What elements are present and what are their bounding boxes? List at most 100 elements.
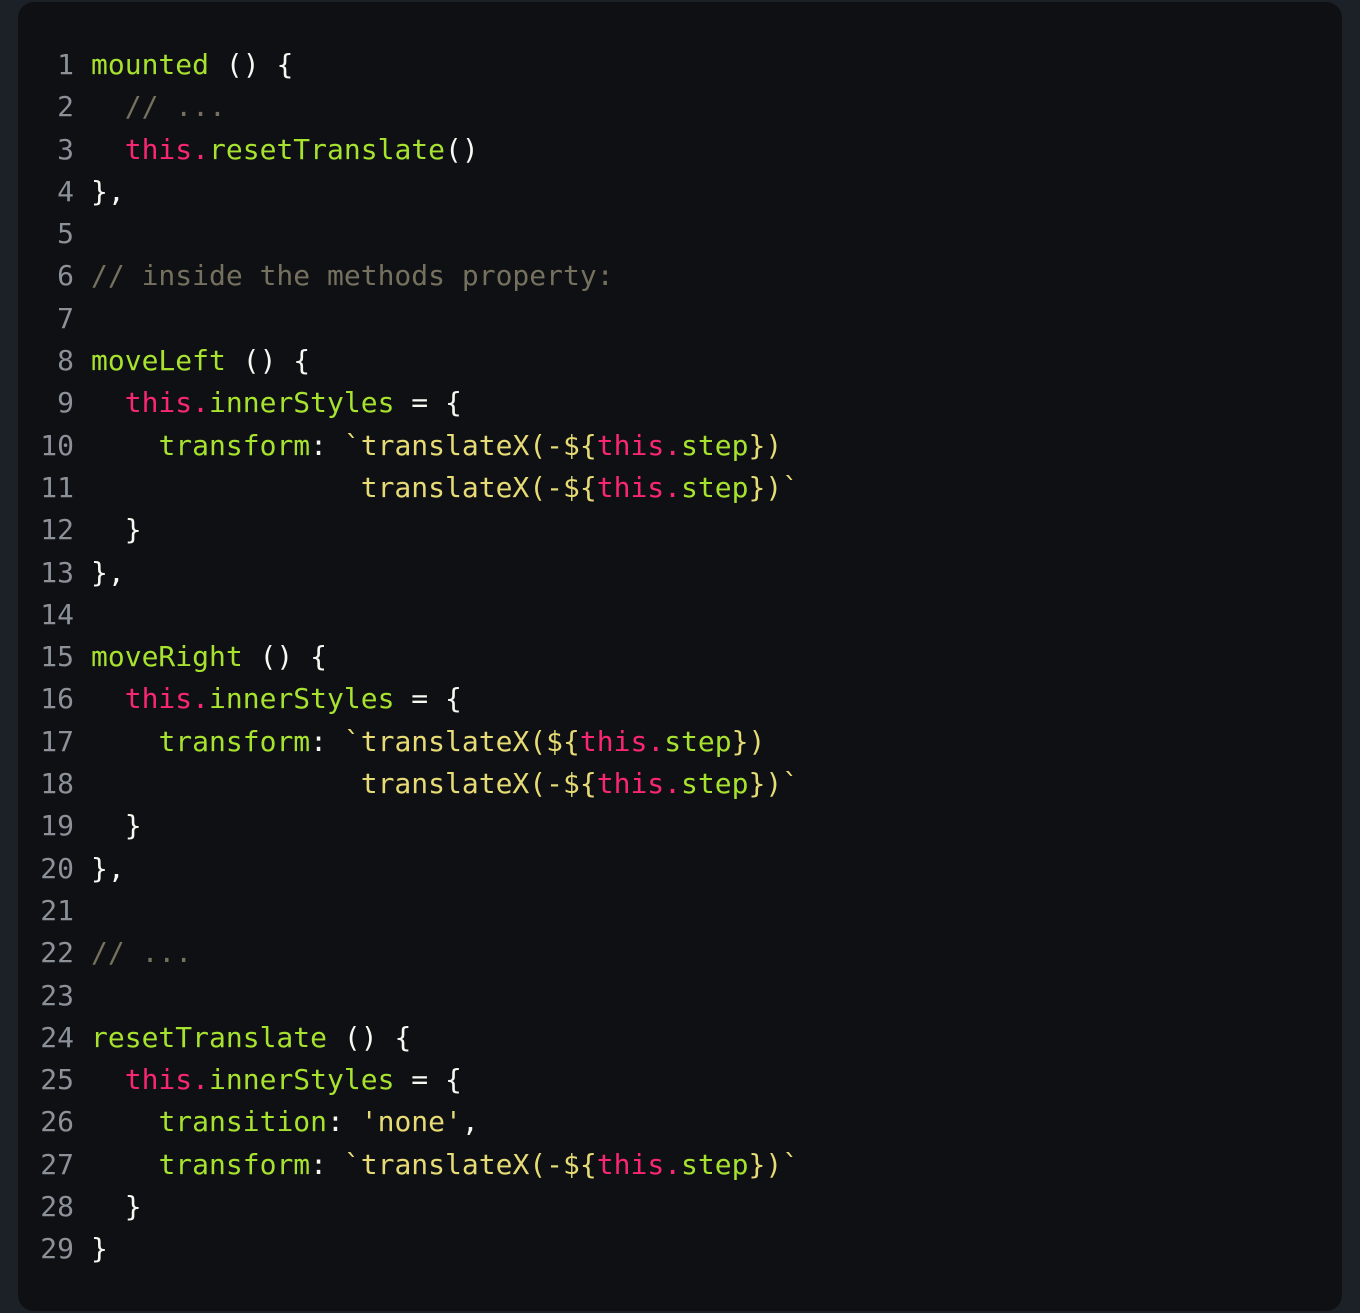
code-line: 23 bbox=[18, 975, 1342, 1017]
code-line-text: translateX(-${this.step})` bbox=[74, 763, 799, 805]
line-number: 27 bbox=[40, 1147, 74, 1181]
line-number: 11 bbox=[40, 470, 74, 504]
code-token-string: 'none' bbox=[360, 1105, 462, 1139]
code-token-key: this bbox=[579, 724, 648, 758]
code-token-func: moveRight bbox=[91, 640, 243, 674]
code-token-key: . bbox=[192, 1063, 210, 1097]
code-line: 22 // ... bbox=[18, 932, 1342, 974]
code-line-text: }, bbox=[74, 552, 125, 594]
code-line-text: // ... bbox=[74, 86, 226, 128]
code-token-prop: innerStyles bbox=[209, 386, 395, 420]
line-number: 18 bbox=[40, 767, 74, 801]
code-line-text: translateX(-${this.step})` bbox=[74, 467, 799, 509]
code-token-prop: transform bbox=[158, 428, 311, 462]
code-line-text: } bbox=[74, 1186, 142, 1228]
code-line-text: moveRight () { bbox=[74, 636, 327, 678]
code-token-punct: () { bbox=[242, 640, 328, 674]
code-line: 16 this.innerStyles = { bbox=[18, 678, 1342, 720]
code-line: 24 resetTranslate () { bbox=[18, 1017, 1342, 1059]
code-line-text: this.innerStyles = { bbox=[74, 678, 462, 720]
code-line-text: transform: `translateX(${this.step}) bbox=[74, 721, 765, 763]
code-token-comment: // ... bbox=[124, 90, 226, 124]
code-token-punct: () { bbox=[327, 1020, 412, 1054]
line-number: 29 bbox=[40, 1232, 74, 1266]
code-line: 8 moveLeft () { bbox=[18, 340, 1342, 382]
line-number: 4 bbox=[57, 174, 74, 208]
code-line: 27 transform: `translateX(-${this.step})… bbox=[18, 1144, 1342, 1186]
line-number: 22 bbox=[40, 936, 74, 970]
code-token-string: })` bbox=[748, 470, 800, 504]
code-token-func: resetTranslate bbox=[91, 1020, 328, 1054]
code-token-prop: innerStyles bbox=[209, 1063, 395, 1097]
line-number: 21 bbox=[40, 893, 74, 927]
line-number: 16 bbox=[40, 682, 74, 716]
code-token-punct: }, bbox=[91, 174, 125, 208]
code-token-prop: step bbox=[681, 1147, 749, 1181]
code-line-text: } bbox=[74, 805, 142, 847]
code-token-key: this bbox=[124, 682, 193, 716]
line-number: 20 bbox=[40, 851, 74, 885]
code-block: 1 mounted () {2 // ... 3 this.resetTransla… bbox=[18, 2, 1342, 1311]
code-token-prop: innerStyles bbox=[209, 682, 395, 716]
line-number: 28 bbox=[40, 1190, 74, 1224]
code-line-text: transform: `translateX(-${this.step})` bbox=[74, 1144, 799, 1186]
code-token-punct: }, bbox=[91, 851, 125, 885]
code-token-comment: // ... bbox=[91, 936, 193, 970]
code-line: 14 bbox=[18, 594, 1342, 636]
code-token-string: }) bbox=[731, 724, 766, 758]
line-number: 3 bbox=[57, 132, 74, 166]
code-line-text: } bbox=[74, 1228, 108, 1270]
code-line-text: this.innerStyles = { bbox=[74, 1059, 462, 1101]
line-number: 15 bbox=[40, 640, 74, 674]
code-token-key: this bbox=[596, 470, 665, 504]
code-line: 5 bbox=[18, 213, 1342, 255]
code-token-prop: step bbox=[681, 428, 749, 462]
code-token-comment: // inside the methods property: bbox=[91, 259, 614, 293]
code-token-string: `translateX(-${ bbox=[343, 428, 597, 462]
code-token-key: . bbox=[647, 724, 665, 758]
code-line-text: moveLeft () { bbox=[74, 340, 310, 382]
code-token-punct: } bbox=[91, 513, 142, 547]
line-number: 25 bbox=[40, 1063, 74, 1097]
line-number: 19 bbox=[40, 809, 74, 843]
line-number: 13 bbox=[40, 555, 74, 589]
code-token-punct: , bbox=[461, 1105, 479, 1139]
line-number: 7 bbox=[57, 301, 74, 335]
code-token-string: })` bbox=[748, 767, 800, 801]
code-token-key: . bbox=[664, 1147, 682, 1181]
code-line-text: mounted () { bbox=[74, 44, 293, 86]
code-line-text: }, bbox=[74, 848, 125, 890]
code-token-punct: () { bbox=[209, 48, 294, 81]
code-line: 12 } bbox=[18, 509, 1342, 551]
line-number: 5 bbox=[57, 217, 74, 251]
code-token-key: this bbox=[596, 767, 665, 801]
code-token-key: . bbox=[192, 132, 210, 166]
code-line: 11 translateX(-${this.step})` bbox=[18, 467, 1342, 509]
code-token-key: . bbox=[192, 682, 210, 716]
line-number: 24 bbox=[40, 1020, 74, 1054]
line-number: 26 bbox=[40, 1105, 74, 1139]
code-token-key: . bbox=[192, 386, 210, 420]
code-token-func: moveLeft bbox=[91, 344, 226, 378]
code-line: 6 // inside the methods property: bbox=[18, 255, 1342, 297]
line-number: 8 bbox=[57, 344, 74, 378]
code-line: 3 this.resetTranslate() bbox=[18, 129, 1342, 171]
code-line: 29} bbox=[18, 1228, 1342, 1270]
code-token-prop: transform bbox=[158, 1147, 311, 1181]
line-number: 2 bbox=[57, 90, 74, 124]
code-line: 17 transform: `translateX(${this.step}) bbox=[18, 721, 1342, 763]
code-line: 1 mounted () { bbox=[18, 44, 1342, 86]
code-token-punct: } bbox=[91, 1232, 108, 1266]
line-number: 1 bbox=[57, 48, 74, 81]
code-line: 20}, bbox=[18, 848, 1342, 890]
code-line: 26 transition: 'none', bbox=[18, 1101, 1342, 1143]
code-line: 18 translateX(-${this.step})` bbox=[18, 763, 1342, 805]
code-line: 25 this.innerStyles = { bbox=[18, 1059, 1342, 1101]
